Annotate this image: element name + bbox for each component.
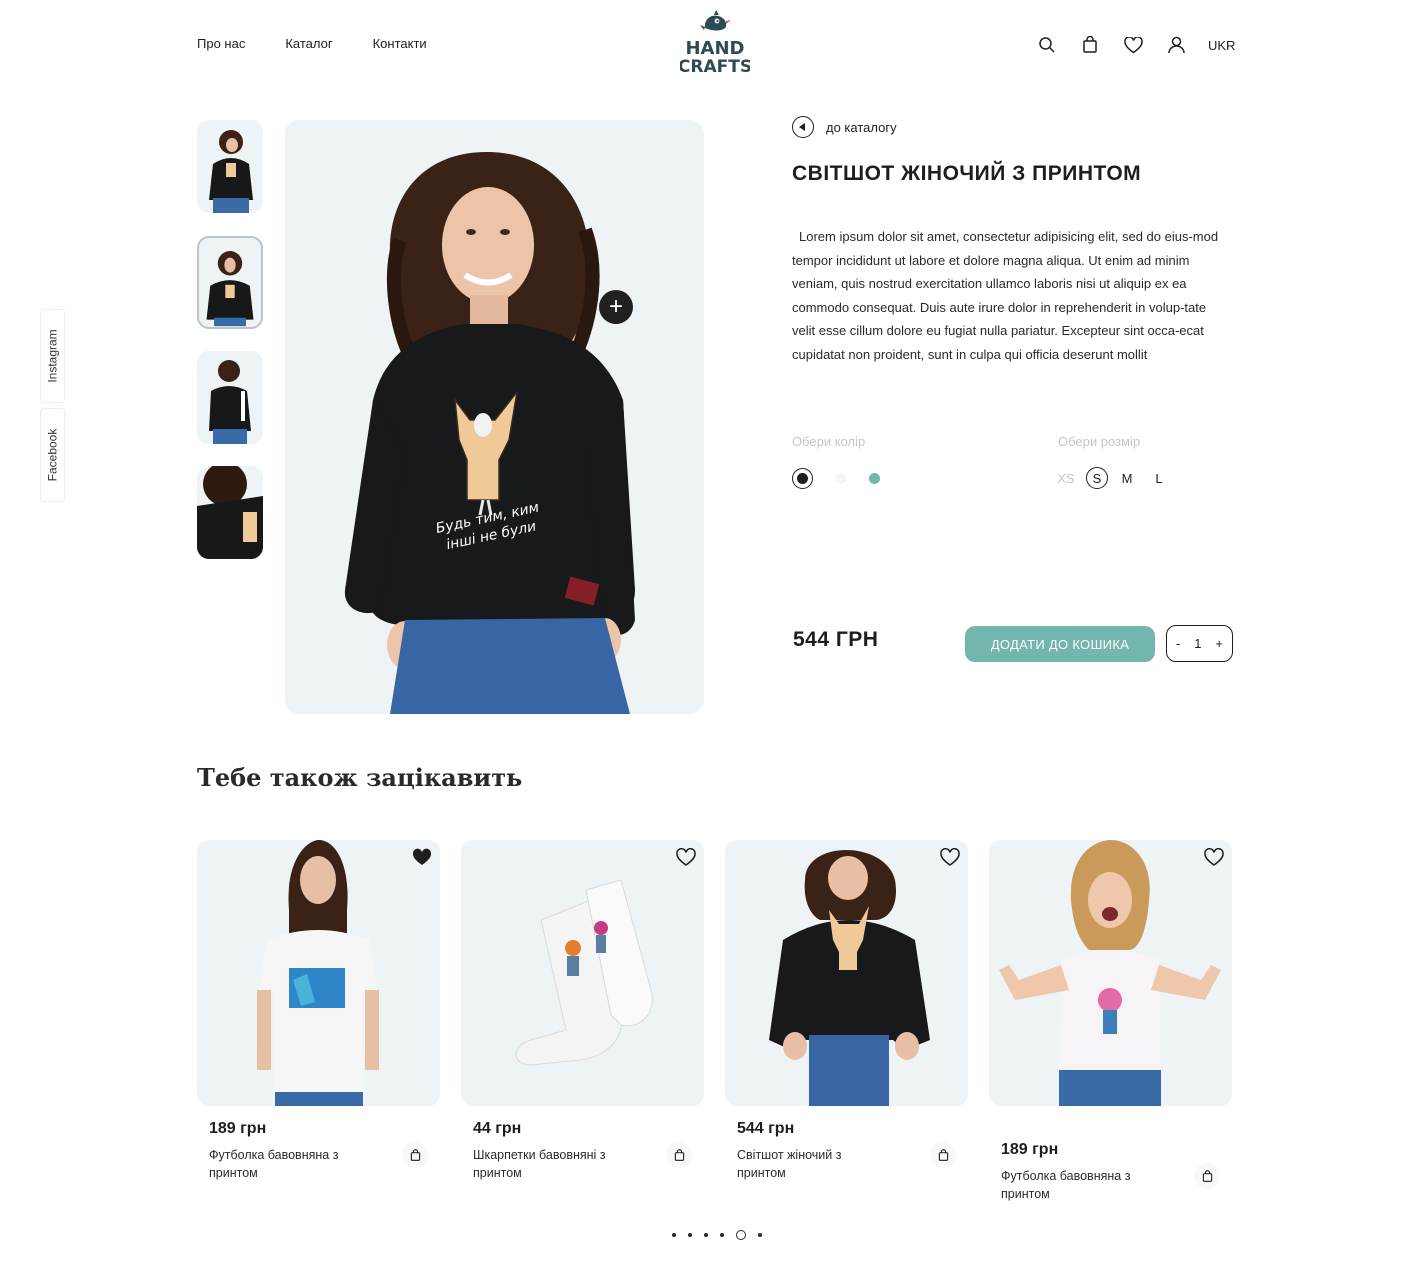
product-card-image[interactable]: [989, 840, 1232, 1106]
heart-filled-icon[interactable]: [412, 848, 432, 868]
nav-catalog[interactable]: Каталог: [285, 36, 332, 51]
svg-text:HAND: HAND: [685, 38, 744, 59]
search-icon[interactable]: [1036, 34, 1058, 56]
logo[interactable]: HAND CRAFTS: [678, 8, 752, 77]
product-card-price: 544 грн: [737, 1120, 795, 1137]
size-m[interactable]: M: [1116, 467, 1138, 489]
svg-text:CRAFTS: CRAFTS: [680, 57, 750, 76]
related-title: Тебе також зацікавить: [197, 763, 523, 792]
product-card-image[interactable]: [197, 840, 440, 1106]
pagination-dot[interactable]: [704, 1233, 708, 1237]
product-card-name[interactable]: Шкарпетки бавовняні з принтом: [473, 1146, 623, 1182]
product-thumbnail-active[interactable]: [197, 236, 263, 329]
product-title: СВІТШОТ ЖІНОЧИЙ З ПРИНТОМ: [792, 162, 1142, 185]
add-to-bag-icon[interactable]: [402, 1142, 428, 1168]
size-label: Обери розмір: [1058, 434, 1141, 449]
add-to-cart-button[interactable]: ДОДАТИ ДО КОШИКА: [965, 626, 1155, 662]
nav-contacts[interactable]: Контакти: [373, 36, 427, 51]
main-nav: Про нас Каталог Контакти: [197, 36, 427, 51]
instagram-label: Instagram: [45, 329, 60, 383]
product-card-price: 189 грн: [209, 1120, 267, 1137]
product-card: 44 грн Шкарпетки бавовняні з принтом: [461, 840, 704, 1180]
pagination-dot-active[interactable]: [736, 1230, 746, 1240]
language-switch[interactable]: UKR: [1208, 38, 1235, 53]
product-card-price: 44 грн: [473, 1120, 522, 1137]
product-thumbnail[interactable]: [197, 351, 263, 444]
bag-icon[interactable]: [1079, 34, 1101, 56]
carousel-pagination: [672, 1230, 762, 1240]
user-icon[interactable]: [1165, 34, 1187, 56]
product-card: 544 грн Світшот жіночий з принтом: [725, 840, 968, 1180]
arrow-left-icon: [792, 116, 814, 138]
heart-outline-icon[interactable]: [1204, 847, 1224, 868]
product-card-image[interactable]: [725, 840, 968, 1106]
product-card: 189 грн Футболка бавовняна з принтом: [197, 840, 440, 1180]
color-swatch-teal[interactable]: [864, 468, 885, 489]
product-card-name[interactable]: Футболка бавовняна з принтом: [209, 1146, 359, 1182]
main-product-photo[interactable]: Будь тим, ким інші не були +: [285, 120, 704, 714]
product-card: 189 грн Футболка бавовняна з принтом: [989, 840, 1232, 1201]
size-l[interactable]: L: [1148, 467, 1170, 489]
qty-decrease-button[interactable]: -: [1176, 636, 1180, 651]
color-label: Обери колір: [792, 434, 866, 449]
product-card-price: 189 грн: [1001, 1141, 1059, 1158]
add-to-bag-icon[interactable]: [1194, 1163, 1220, 1189]
size-xs[interactable]: XS: [1055, 467, 1077, 489]
add-to-bag-icon[interactable]: [666, 1142, 692, 1168]
heart-icon[interactable]: [1122, 34, 1144, 56]
quantity-stepper: - 1 +: [1166, 625, 1233, 662]
qty-increase-button[interactable]: +: [1215, 636, 1223, 651]
pagination-dot[interactable]: [688, 1233, 692, 1237]
pagination-dot[interactable]: [758, 1233, 762, 1237]
zoom-plus-icon[interactable]: +: [599, 290, 633, 324]
back-to-catalog[interactable]: до каталогу: [792, 116, 897, 138]
instagram-link[interactable]: Instagram: [40, 309, 65, 403]
product-price: 544 ГРН: [793, 628, 879, 651]
qty-value[interactable]: 1: [1194, 636, 1201, 651]
pagination-dot[interactable]: [720, 1233, 724, 1237]
heart-outline-icon[interactable]: [676, 847, 696, 868]
nav-about[interactable]: Про нас: [197, 36, 245, 51]
color-swatch-white[interactable]: [830, 468, 851, 489]
facebook-label: Facebook: [45, 428, 60, 482]
back-label: до каталогу: [826, 119, 897, 135]
add-to-bag-icon[interactable]: [930, 1142, 956, 1168]
color-swatch-black[interactable]: [792, 468, 813, 489]
product-card-name[interactable]: Футболка бавовняна з принтом: [1001, 1167, 1151, 1203]
pagination-dot[interactable]: [672, 1233, 676, 1237]
product-card-image[interactable]: [461, 840, 704, 1106]
product-thumbnail[interactable]: [197, 120, 263, 213]
product-thumbnail[interactable]: [197, 466, 263, 559]
heart-outline-icon[interactable]: [940, 847, 960, 868]
size-s-selected[interactable]: S: [1086, 467, 1108, 489]
header-actions: UKR: [1036, 34, 1235, 56]
product-card-name[interactable]: Світшот жіночий з принтом: [737, 1146, 887, 1182]
product-description: Lorem ipsum dolor sit amet, consectetur …: [792, 229, 1219, 362]
facebook-link[interactable]: Facebook: [40, 408, 65, 502]
